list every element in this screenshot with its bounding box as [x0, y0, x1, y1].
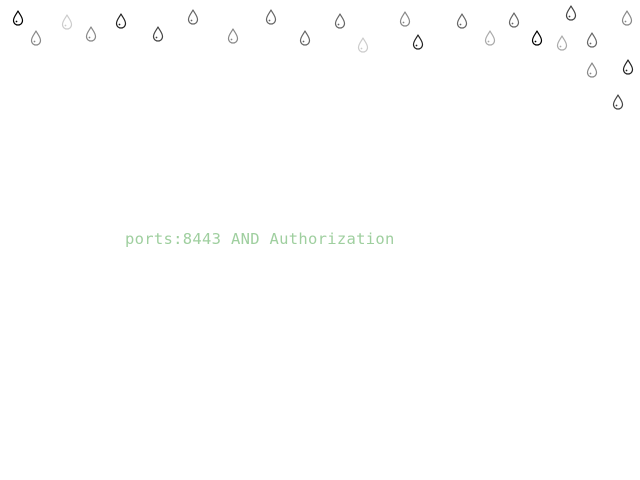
raindrop-icon: [531, 30, 543, 46]
raindrop-icon: [85, 26, 97, 42]
raindrop-icon: [484, 30, 496, 46]
raindrop-icon: [30, 30, 42, 46]
raindrop-icon: [508, 12, 520, 28]
raindrop-icon: [612, 94, 624, 110]
raindrop-icon: [299, 30, 311, 46]
raindrop-icon: [265, 9, 277, 25]
raindrop-icon: [556, 35, 568, 51]
raindrop-icon: [187, 9, 199, 25]
loading-screen: ports:8443 AND Authorization: [0, 0, 640, 480]
raindrop-icon: [622, 59, 634, 75]
search-query-text: ports:8443 AND Authorization: [125, 230, 395, 248]
raindrop-icon: [586, 62, 598, 78]
raindrop-icon: [334, 13, 346, 29]
raindrop-icon: [399, 11, 411, 27]
raindrop-icon: [357, 37, 369, 53]
raindrop-icon: [621, 10, 633, 26]
raindrop-icon: [456, 13, 468, 29]
raindrop-icon: [227, 28, 239, 44]
raindrop-icon: [565, 5, 577, 21]
raindrop-icon: [12, 10, 24, 26]
raindrop-icon: [61, 14, 73, 30]
raindrop-icon: [586, 32, 598, 48]
raindrop-icon: [115, 13, 127, 29]
raindrop-icon: [412, 34, 424, 50]
raindrop-icon: [152, 26, 164, 42]
